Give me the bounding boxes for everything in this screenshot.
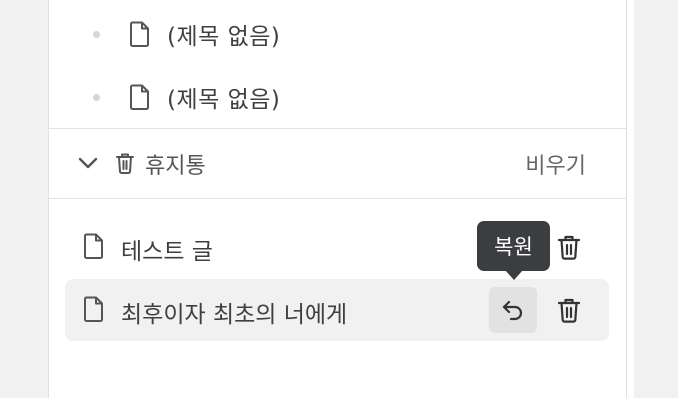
document-icon [129, 84, 151, 110]
trash-icon [115, 152, 135, 178]
undo-icon [502, 300, 523, 321]
page-list-item[interactable]: (제목 없음) [49, 77, 626, 117]
trash-item-title: 최후이자 최초의 너에게 [121, 302, 348, 328]
trash-section-header: 휴지통 비우기 [49, 130, 626, 198]
trash-item-title: 테스트 글 [121, 239, 213, 265]
trash-icon [557, 235, 581, 260]
empty-trash-button[interactable]: 비우기 [525, 148, 586, 180]
delete-permanently-button[interactable] [547, 287, 591, 333]
bullet-dot [93, 93, 100, 101]
bullet-dot [93, 30, 100, 38]
delete-permanently-button[interactable] [547, 224, 591, 270]
trash-icon [557, 298, 581, 323]
right-background [626, 0, 634, 398]
trash-title: 휴지통 [145, 154, 206, 179]
document-icon [83, 233, 105, 259]
tooltip-arrow [505, 270, 523, 280]
trash-item[interactable]: 최후이자 최초의 너에게 [65, 279, 609, 341]
sidebar-panel: (제목 없음) (제목 없음) 휴지통 비우기 테스트 글 최후이자 최초의 너… [48, 0, 627, 398]
document-icon [83, 296, 105, 322]
document-icon [129, 21, 151, 47]
chevron-down-icon[interactable] [77, 152, 99, 178]
page-list-item[interactable]: (제목 없음) [49, 14, 626, 54]
divider [49, 198, 626, 199]
page-title: (제목 없음) [167, 87, 281, 113]
restore-button[interactable] [489, 287, 537, 333]
page-title: (제목 없음) [167, 24, 281, 50]
divider [49, 128, 626, 129]
restore-tooltip: 복원 [477, 221, 550, 271]
